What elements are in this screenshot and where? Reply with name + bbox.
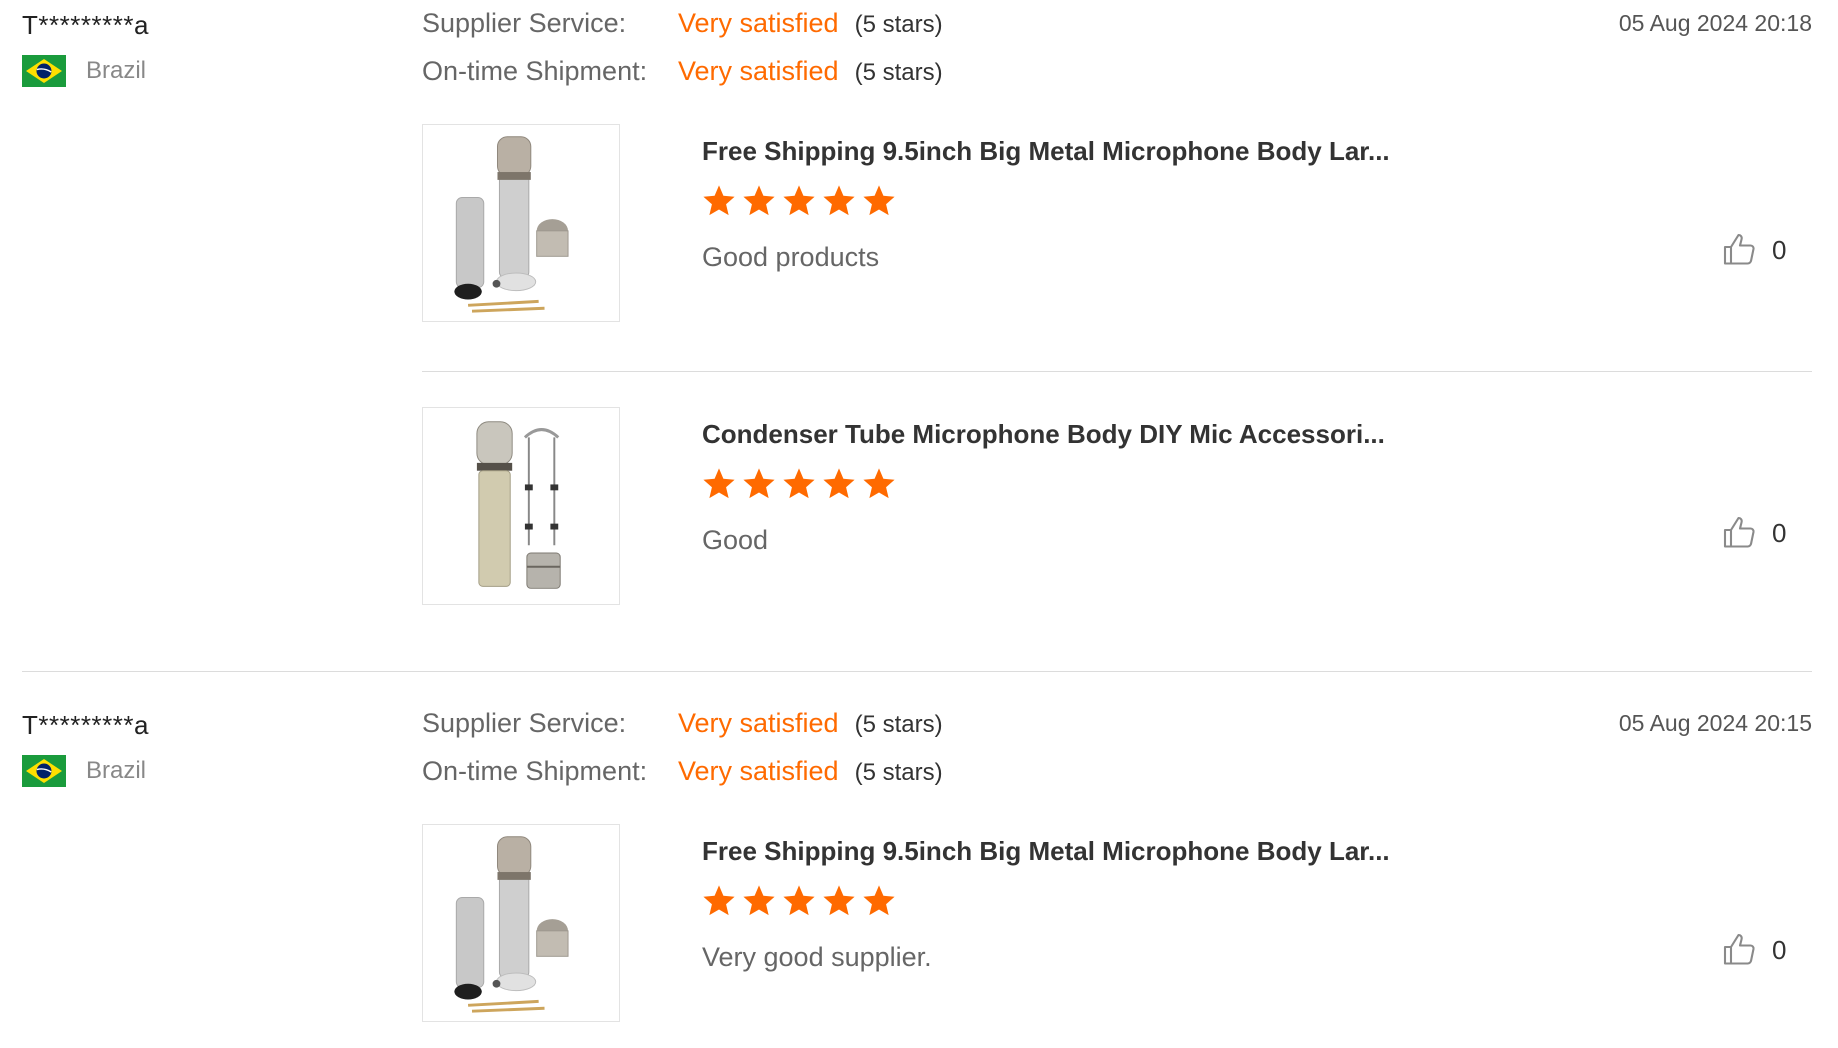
star-icon <box>742 184 776 218</box>
reviewer-country: Brazil <box>22 755 149 787</box>
product-rating-stars <box>702 884 902 918</box>
divider <box>422 371 1812 372</box>
review-date: 05 Aug 2024 20:18 <box>1618 10 1812 36</box>
star-icon <box>862 884 896 918</box>
reviewer-info: T*********a Brazil <box>22 710 149 787</box>
country-name: Brazil <box>86 57 147 84</box>
like-count: 0 <box>1772 517 1787 548</box>
review-comment: Good products <box>702 242 880 272</box>
star-icon <box>862 184 896 218</box>
like-count: 0 <box>1772 934 1787 965</box>
shipment-label: On-time Shipment: <box>422 756 648 786</box>
shipment-row: On-time Shipment: Very satisfied (5 star… <box>422 756 943 804</box>
supplier-service-value: Very satisfied <box>678 8 839 38</box>
like-count: 0 <box>1772 234 1787 265</box>
product-review: Free Shipping 9.5inch Big Metal Micropho… <box>422 124 1812 324</box>
brazil-flag-icon <box>22 755 66 787</box>
supplier-service-row: Supplier Service: Very satisfied (5 star… <box>422 8 943 56</box>
star-icon <box>822 184 856 218</box>
star-icon <box>702 884 736 918</box>
review-divider <box>22 671 1812 672</box>
product-title[interactable]: Free Shipping 9.5inch Big Metal Micropho… <box>702 836 1390 867</box>
shipment-stars: (5 stars) <box>854 759 943 786</box>
supplier-service-label: Supplier Service: <box>422 8 627 38</box>
reviewer-info: T*********a Brazil <box>22 10 149 87</box>
review-comment: Very good supplier. <box>702 942 932 972</box>
star-icon <box>782 184 816 218</box>
shipment-stars: (5 stars) <box>854 59 943 86</box>
product-thumbnail[interactable] <box>422 407 620 605</box>
seller-ratings: Supplier Service: Very satisfied (5 star… <box>422 708 943 804</box>
star-icon <box>742 884 776 918</box>
like-button[interactable]: 0 <box>1722 515 1786 551</box>
reviewer-name: T*********a <box>22 710 149 740</box>
shipment-value: Very satisfied <box>678 56 839 86</box>
product-title[interactable]: Free Shipping 9.5inch Big Metal Micropho… <box>702 136 1390 167</box>
supplier-service-label: Supplier Service: <box>422 708 627 738</box>
star-icon <box>702 184 736 218</box>
star-icon <box>782 467 816 501</box>
product-review: Free Shipping 9.5inch Big Metal Micropho… <box>422 824 1812 1024</box>
reviewer-country: Brazil <box>22 55 149 87</box>
supplier-service-row: Supplier Service: Very satisfied (5 star… <box>422 708 943 756</box>
reviewer-name: T*********a <box>22 10 149 40</box>
country-name: Brazil <box>86 757 147 784</box>
supplier-service-value: Very satisfied <box>678 708 839 738</box>
shipment-value: Very satisfied <box>678 756 839 786</box>
thumbs-up-icon <box>1722 515 1758 551</box>
review-date: 05 Aug 2024 20:15 <box>1618 710 1812 736</box>
shipment-label: On-time Shipment: <box>422 56 648 86</box>
star-icon <box>822 467 856 501</box>
star-icon <box>702 467 736 501</box>
seller-ratings: Supplier Service: Very satisfied (5 star… <box>422 8 943 104</box>
product-thumbnail[interactable] <box>422 824 620 1022</box>
microphone-tube-image <box>476 421 561 589</box>
product-review: Condenser Tube Microphone Body DIY Mic A… <box>422 407 1812 607</box>
star-icon <box>782 884 816 918</box>
star-icon <box>822 884 856 918</box>
supplier-service-stars: (5 stars) <box>854 11 943 38</box>
microphone-parts-image <box>454 836 569 1013</box>
star-icon <box>862 467 896 501</box>
product-rating-stars <box>702 467 902 501</box>
review-comment: Good <box>702 525 769 555</box>
star-icon <box>742 467 776 501</box>
product-thumbnail[interactable] <box>422 124 620 322</box>
brazil-flag-icon <box>22 55 66 87</box>
thumbs-up-icon <box>1722 232 1758 268</box>
product-title[interactable]: Condenser Tube Microphone Body DIY Mic A… <box>702 419 1385 450</box>
like-button[interactable]: 0 <box>1722 932 1786 968</box>
thumbs-up-icon <box>1722 932 1758 968</box>
microphone-parts-image <box>454 136 569 313</box>
shipment-row: On-time Shipment: Very satisfied (5 star… <box>422 56 943 104</box>
like-button[interactable]: 0 <box>1722 232 1786 268</box>
product-rating-stars <box>702 184 902 218</box>
supplier-service-stars: (5 stars) <box>854 711 943 738</box>
